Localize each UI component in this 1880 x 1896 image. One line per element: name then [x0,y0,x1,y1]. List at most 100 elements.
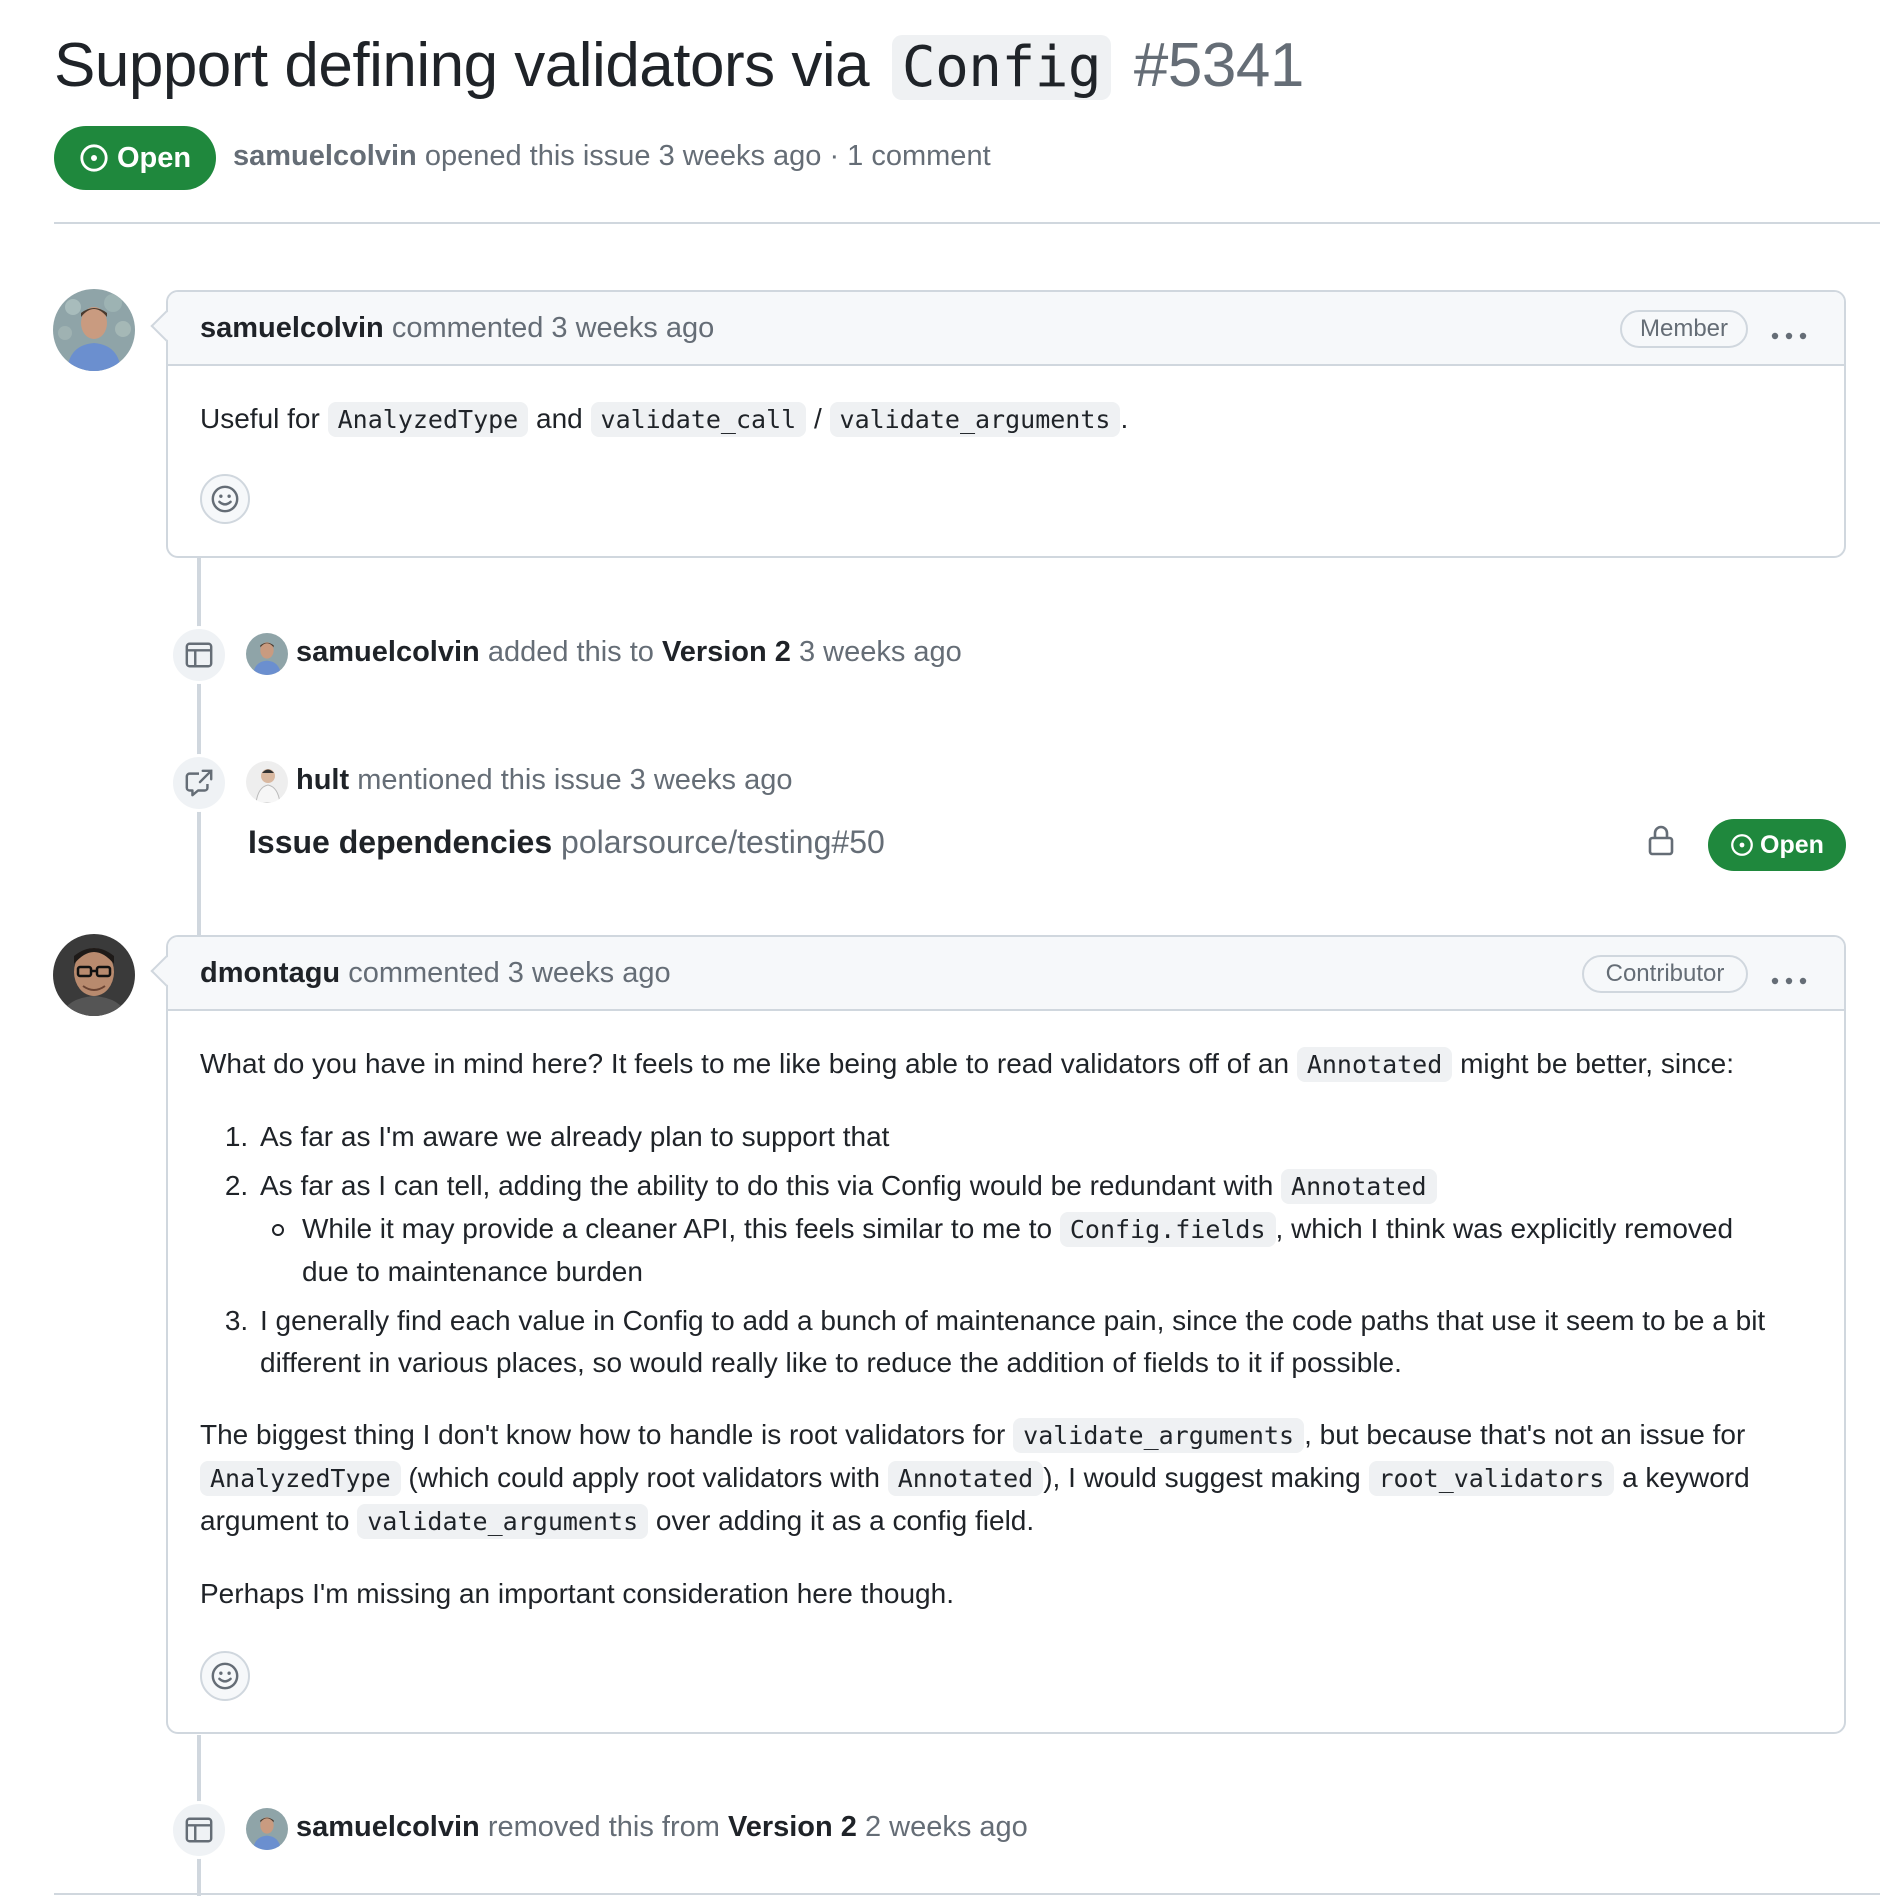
event-removed-from-project: samuelcolvin removed this from Version 2… [296,1811,1028,1844]
event-action: added this to [487,636,654,668]
event-action[interactable]: mentioned this issue 3 weeks ago [357,764,792,796]
list-item: While it may provide a cleaner API, this… [272,1208,1762,1293]
inline-code: Annotated [887,1461,1044,1496]
cross-reference-icon [185,769,213,797]
event-actor-link[interactable]: samuelcolvin [296,636,480,668]
inline-code: validate_arguments [1013,1418,1305,1453]
list-item: I generally find each value in Config to… [256,1300,1780,1384]
inline-code: Config.fields [1059,1212,1276,1247]
comment-timestamp[interactable]: commented 3 weeks ago [392,312,714,344]
avatar-hult-small[interactable] [246,761,288,803]
inline-code: root_validators [1368,1461,1615,1496]
comment-card: dmontagu commented 3 weeks ago Contribut… [150,935,1846,1734]
issue-status-label: Open [116,141,192,174]
comment-author-link[interactable]: dmontagu [200,957,340,989]
avatar-image [246,761,288,803]
comment-card: samuelcolvin commented 3 weeks ago Membe… [150,290,1846,558]
event-icon [170,1801,228,1859]
inline-code: Annotated [1296,1047,1453,1082]
event-actor-link[interactable]: hult [296,764,349,796]
issue-title-text: Support defining validators via [54,31,870,100]
avatar-image [53,934,135,1016]
kebab-horizontal-icon [1771,977,1807,985]
comment-body: What do you have in mind here? It feels … [200,1043,1820,1615]
body-text: The biggest thing I don't know how to ha… [200,1419,1006,1450]
kebab-horizontal-icon [1771,332,1807,340]
body-text: . [1120,403,1129,434]
nested-list: While it may provide a cleaner API, this… [260,1208,1820,1293]
avatar-image [246,1808,288,1850]
body-text: , but because that's not an issue for [1304,1419,1746,1450]
avatar-dmontagu[interactable] [53,934,135,1016]
comment-body: Useful for AnalyzedType and validate_cal… [200,398,1128,441]
body-text: I generally find each value in Config to… [260,1305,1766,1378]
event-target[interactable]: Version 2 [662,636,791,668]
comment-author-line: samuelcolvin commented 3 weeks ago [200,312,714,345]
inline-code: validate_arguments [829,402,1121,437]
inline-code: validate_call [590,402,807,437]
referenced-issue-status-label: Open [1760,830,1824,859]
comment-timestamp[interactable]: commented 3 weeks ago [348,957,670,989]
paragraph: Perhaps I'm missing an important conside… [200,1573,1820,1615]
issue-opened-text: opened this issue 3 weeks ago · 1 commen… [424,140,991,172]
project-table-icon [185,1817,213,1843]
body-text: As far as I'm aware we already plan to s… [260,1121,890,1152]
timeline-bottom-divider [54,1893,1880,1895]
referenced-issue-repo[interactable]: polarsource/testing#50 [561,824,885,860]
smiley-icon [211,1662,239,1690]
event-target[interactable]: Version 2 [728,1811,857,1843]
comment-author-line: dmontagu commented 3 weeks ago [200,957,671,990]
add-reaction-button[interactable] [200,1651,250,1701]
comment-options-button[interactable] [1770,312,1808,349]
body-text: might be better, since: [1460,1048,1734,1079]
body-text: ), I would suggest making [1043,1462,1361,1493]
inline-code: Annotated [1281,1169,1437,1204]
issue-status-badge: Open [54,126,216,190]
body-text: What do you have in mind here? It feels … [200,1048,1290,1079]
title-divider [54,222,1880,224]
event-icon [170,626,228,684]
smiley-icon [211,485,239,513]
referenced-issue[interactable]: Issue dependencies polarsource/testing#5… [248,824,885,861]
comment-options-button[interactable] [1770,957,1808,994]
list-item: As far as I can tell, adding the ability… [256,1165,1820,1293]
avatar-samuelcolvin[interactable] [53,289,135,371]
event-mentioned: hult mentioned this issue 3 weeks ago [296,764,792,797]
avatar-image [246,633,288,675]
issue-open-icon [1731,834,1753,856]
comment-header: dmontagu commented 3 weeks ago Contribut… [168,937,1844,1011]
inline-code: validate_arguments [357,1504,649,1539]
paragraph: What do you have in mind here? It feels … [200,1043,1820,1086]
paragraph: The biggest thing I don't know how to ha… [200,1414,1820,1543]
project-table-icon [185,642,213,668]
event-actor-link[interactable]: samuelcolvin [296,1811,480,1843]
body-text: over adding it as a config field. [655,1505,1035,1536]
body-text: (which could apply root validators with [408,1462,880,1493]
avatar-samuelcolvin-small[interactable] [246,1808,288,1850]
timeline-line [197,556,201,936]
comment-header: samuelcolvin commented 3 weeks ago Membe… [168,292,1844,366]
add-reaction-button[interactable] [200,474,250,524]
inline-code: AnalyzedType [327,402,529,437]
event-action: removed this from [487,1811,720,1843]
comment-author-link[interactable]: samuelcolvin [200,312,384,344]
avatar-image [53,289,135,371]
issue-title: Support defining validators via Config #… [54,30,1304,101]
issue-author-link[interactable]: samuelcolvin [233,140,417,172]
body-text: Perhaps I'm missing an important conside… [200,1578,954,1609]
issue-title-code: Config [891,35,1112,100]
issue-meta: samuelcolvin opened this issue 3 weeks a… [233,140,991,173]
event-added-to-project: samuelcolvin added this to Version 2 3 w… [296,636,962,669]
list-item: As far as I'm aware we already plan to s… [256,1116,1820,1158]
referenced-issue-status-badge: Open [1708,819,1846,871]
referenced-issue-title[interactable]: Issue dependencies [248,824,552,860]
event-time[interactable]: 3 weeks ago [799,636,962,668]
avatar-samuelcolvin-small[interactable] [246,633,288,675]
ordered-list: As far as I'm aware we already plan to s… [200,1116,1820,1384]
role-badge: Member [1620,310,1748,348]
role-badge: Contributor [1582,955,1748,993]
body-text: and [536,403,583,434]
body-text: While it may provide a cleaner API, this… [302,1213,1053,1244]
event-time[interactable]: 2 weeks ago [865,1811,1028,1843]
lock-icon [1648,824,1674,861]
